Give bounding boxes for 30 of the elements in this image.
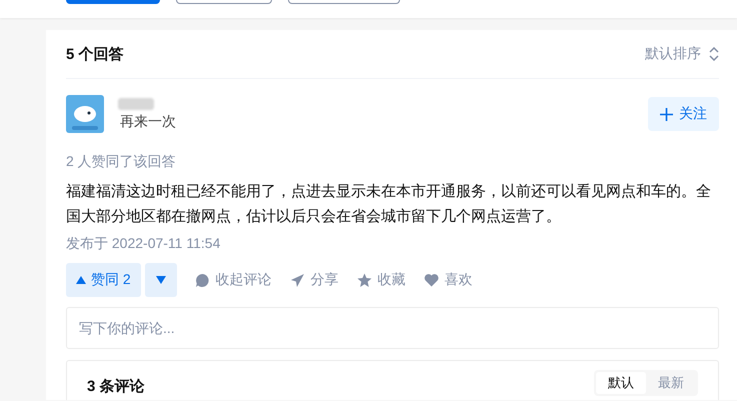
plus-icon bbox=[660, 108, 673, 120]
heart-icon bbox=[424, 273, 439, 287]
triangle-down-icon bbox=[156, 276, 166, 284]
blurred-name-placeholder bbox=[118, 98, 154, 110]
upvote-button[interactable]: 赞同 2 bbox=[66, 263, 141, 297]
favorite-action-button[interactable]: 收藏 bbox=[356, 271, 406, 289]
speech-bubble-icon bbox=[194, 272, 210, 288]
primary-button[interactable] bbox=[66, 0, 160, 4]
outline-button[interactable] bbox=[288, 0, 400, 4]
answers-count-title: 5 个回答 bbox=[66, 44, 124, 64]
comment-input-field[interactable]: 写下你的评论... bbox=[66, 307, 719, 349]
sort-icon bbox=[709, 47, 719, 61]
paper-plane-icon bbox=[290, 272, 305, 288]
comment-action-button[interactable]: 收起评论 bbox=[194, 271, 272, 289]
share-action-button[interactable]: 分享 bbox=[290, 271, 339, 289]
comments-count-title: 3 条评论 bbox=[87, 377, 145, 396]
author-headline: 再来一次 bbox=[120, 112, 177, 130]
outline-button[interactable] bbox=[176, 0, 272, 4]
star-icon bbox=[356, 272, 372, 288]
upvote-note: 2 人赞同了该回答 bbox=[66, 153, 177, 171]
sort-tab[interactable]: 默认 bbox=[596, 372, 646, 394]
triangle-up-icon bbox=[76, 276, 86, 284]
follow-button[interactable]: 关注 bbox=[648, 97, 719, 131]
avatar-icon[interactable] bbox=[66, 95, 104, 133]
downvote-button[interactable] bbox=[144, 263, 177, 297]
sort-tab[interactable]: 最新 bbox=[646, 372, 696, 394]
like-action-button[interactable]: 喜欢 bbox=[424, 271, 473, 289]
publish-date: 发布于 2022-07-11 11:54 bbox=[66, 235, 222, 253]
sort-button[interactable]: 默认排序 bbox=[645, 45, 719, 63]
answer-text: 福建福清这边时租已经不能用了，点进去显示未在本市开通服务，以前还可以看见网点和车的。全国大部分地区都在撤网点，估计以后只会在省会城市留下几个网点运营了。 bbox=[66, 182, 712, 227]
